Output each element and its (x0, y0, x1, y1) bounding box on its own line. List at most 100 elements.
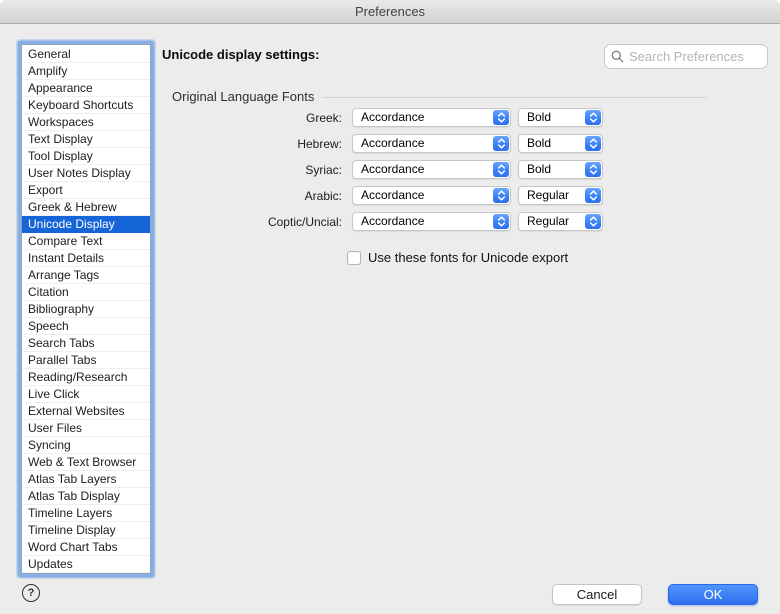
window-title: Preferences (355, 4, 425, 19)
sidebar-item-label: Search Tabs (28, 336, 95, 350)
sidebar-item-export[interactable]: Export (22, 182, 150, 199)
sidebar-item-label: Citation (28, 285, 69, 299)
font-style-select-hebrew[interactable]: Bold (518, 134, 603, 153)
font-family-value: Accordance (361, 161, 424, 178)
sidebar-item-compare-text[interactable]: Compare Text (22, 233, 150, 250)
font-style-value: Bold (527, 109, 551, 126)
font-style-value: Regular (527, 187, 569, 204)
sidebar-item-timeline-layers[interactable]: Timeline Layers (22, 505, 150, 522)
help-button[interactable]: ? (22, 584, 40, 602)
sidebar-item-label: Compare Text (28, 234, 102, 248)
font-style-select-greek[interactable]: Bold (518, 108, 603, 127)
sidebar-item-label: Live Click (28, 387, 79, 401)
sidebar-item-label: Tool Display (28, 149, 93, 163)
font-style-value: Regular (527, 213, 569, 230)
unicode-export-checkbox[interactable] (347, 251, 361, 265)
sidebar-item-web-text-browser[interactable]: Web & Text Browser (22, 454, 150, 471)
sidebar-item-speech[interactable]: Speech (22, 318, 150, 335)
font-row-label: Syriac: (162, 163, 352, 177)
sidebar-item-greek-hebrew[interactable]: Greek & Hebrew (22, 199, 150, 216)
section-divider (322, 97, 707, 98)
ok-button-label: OK (704, 587, 723, 602)
font-row-label: Coptic/Uncial: (162, 215, 352, 229)
chevron-up-down-icon (585, 162, 601, 177)
search-field[interactable] (604, 44, 768, 69)
sidebar-item-instant-details[interactable]: Instant Details (22, 250, 150, 267)
sidebar-item-label: Atlas Tab Layers (28, 472, 117, 486)
font-row-arabic: Arabic: Accordance Regular (162, 186, 603, 205)
sidebar-item-arrange-tags[interactable]: Arrange Tags (22, 267, 150, 284)
sidebar-item-updates[interactable]: Updates (22, 556, 150, 573)
sidebar-item-label: Atlas Tab Display (28, 489, 120, 503)
preferences-category-list: General Amplify Appearance Keyboard Shor… (21, 44, 151, 574)
sidebar-item-external-websites[interactable]: External Websites (22, 403, 150, 420)
section-label: Original Language Fonts (172, 89, 314, 104)
sidebar-item-label: User Notes Display (28, 166, 131, 180)
sidebar-item-live-click[interactable]: Live Click (22, 386, 150, 403)
sidebar-item-label: Timeline Layers (28, 506, 112, 520)
sidebar-item-bibliography[interactable]: Bibliography (22, 301, 150, 318)
font-family-select-hebrew[interactable]: Accordance (352, 134, 511, 153)
search-input[interactable] (629, 49, 761, 64)
font-family-select-coptic-uncial[interactable]: Accordance (352, 212, 511, 231)
sidebar-item-atlas-tab-layers[interactable]: Atlas Tab Layers (22, 471, 150, 488)
chevron-up-down-icon (493, 162, 509, 177)
sidebar-item-tool-display[interactable]: Tool Display (22, 148, 150, 165)
font-row-syriac: Syriac: Accordance Bold (162, 160, 603, 179)
font-style-select-syriac[interactable]: Bold (518, 160, 603, 179)
sidebar-item-appearance[interactable]: Appearance (22, 80, 150, 97)
sidebar-item-label: Instant Details (28, 251, 104, 265)
sidebar-item-parallel-tabs[interactable]: Parallel Tabs (22, 352, 150, 369)
preferences-window: Preferences General Amplify Appearance K… (0, 0, 780, 614)
sidebar-item-search-tabs[interactable]: Search Tabs (22, 335, 150, 352)
font-family-select-arabic[interactable]: Accordance (352, 186, 511, 205)
font-family-value: Accordance (361, 109, 424, 126)
sidebar-item-workspaces[interactable]: Workspaces (22, 114, 150, 131)
sidebar-item-text-display[interactable]: Text Display (22, 131, 150, 148)
sidebar-item-user-notes-display[interactable]: User Notes Display (22, 165, 150, 182)
sidebar-item-keyboard-shortcuts[interactable]: Keyboard Shortcuts (22, 97, 150, 114)
sidebar-item-label: Updates (28, 557, 73, 571)
sidebar-item-citation[interactable]: Citation (22, 284, 150, 301)
sidebar-item-atlas-tab-display[interactable]: Atlas Tab Display (22, 488, 150, 505)
sidebar-item-label: External Websites (28, 404, 125, 418)
sidebar-item-label: Keyboard Shortcuts (28, 98, 133, 112)
sidebar-item-user-files[interactable]: User Files (22, 420, 150, 437)
sidebar-item-amplify[interactable]: Amplify (22, 63, 150, 80)
sidebar-item-label: Arrange Tags (28, 268, 99, 282)
sidebar-item-label: General (28, 47, 71, 61)
font-row-label: Hebrew: (162, 137, 352, 151)
sidebar-item-reading-research[interactable]: Reading/Research (22, 369, 150, 386)
font-row-greek: Greek: Accordance Bold (162, 108, 603, 127)
sidebar-item-label: Word Chart Tabs (28, 540, 118, 554)
chevron-up-down-icon (585, 110, 601, 125)
sidebar-item-label: Appearance (28, 81, 93, 95)
sidebar-item-general[interactable]: General (22, 46, 150, 63)
sidebar-item-syncing[interactable]: Syncing (22, 437, 150, 454)
chevron-up-down-icon (493, 136, 509, 151)
sidebar-item-label: Amplify (28, 64, 67, 78)
sidebar-item-word-chart-tabs[interactable]: Word Chart Tabs (22, 539, 150, 556)
chevron-up-down-icon (585, 136, 601, 151)
page-title: Unicode display settings: (162, 47, 319, 62)
font-style-value: Bold (527, 161, 551, 178)
font-family-select-greek[interactable]: Accordance (352, 108, 511, 127)
cancel-button[interactable]: Cancel (552, 584, 642, 605)
font-row-label: Arabic: (162, 189, 352, 203)
font-family-select-syriac[interactable]: Accordance (352, 160, 511, 179)
question-mark-icon: ? (28, 587, 35, 599)
font-style-select-coptic-uncial[interactable]: Regular (518, 212, 603, 231)
font-style-select-arabic[interactable]: Regular (518, 186, 603, 205)
ok-button[interactable]: OK (668, 584, 758, 605)
cancel-button-label: Cancel (577, 587, 617, 602)
sidebar-item-timeline-display[interactable]: Timeline Display (22, 522, 150, 539)
titlebar[interactable]: Preferences (0, 0, 780, 24)
chevron-up-down-icon (493, 188, 509, 203)
font-settings-group: Greek: Accordance Bold (162, 108, 603, 231)
font-family-value: Accordance (361, 135, 424, 152)
sidebar-item-label: Workspaces (28, 115, 94, 129)
unicode-export-option: Use these fonts for Unicode export (347, 250, 568, 265)
sidebar-item-label: Bibliography (28, 302, 94, 316)
sidebar-item-unicode-display[interactable]: Unicode Display (22, 216, 150, 233)
sidebar-item-label: Syncing (28, 438, 71, 452)
